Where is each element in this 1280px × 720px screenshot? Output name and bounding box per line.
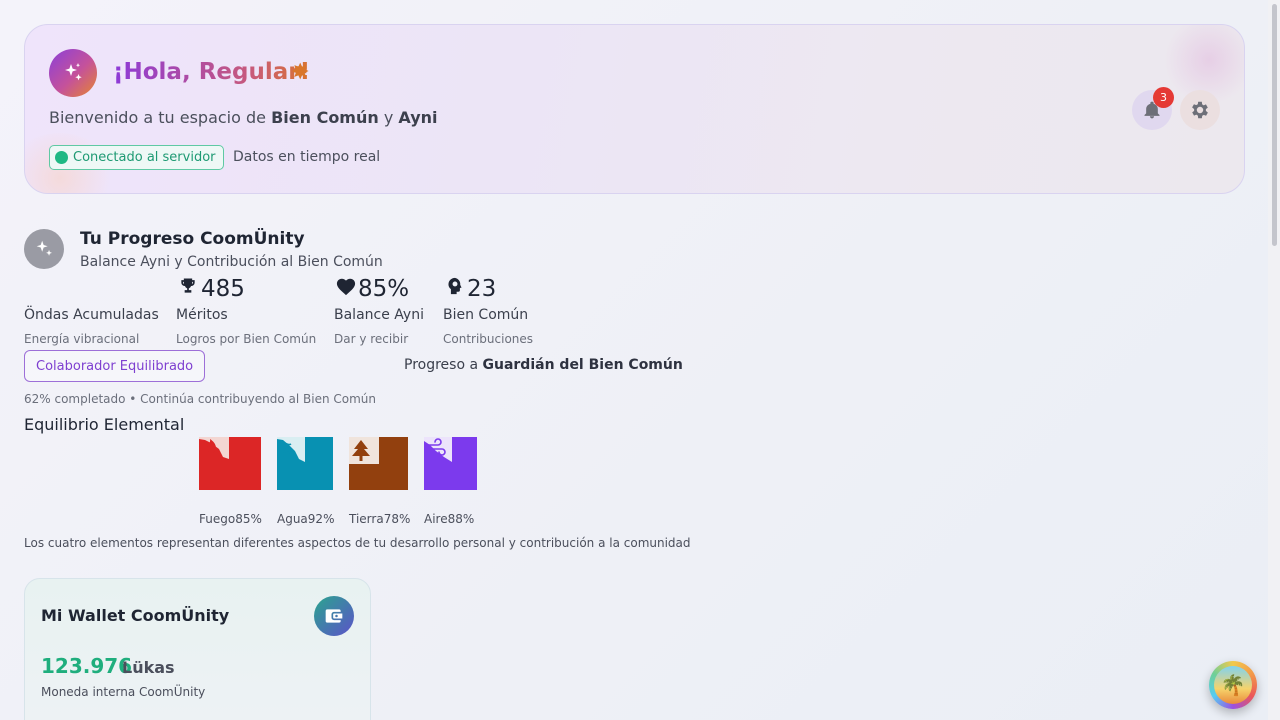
next-level-prefix: Progreso a bbox=[404, 357, 483, 373]
stat-desc-meritos: Logros por Bien Común bbox=[176, 332, 317, 346]
connection-status-chip: Conectado al servidor bbox=[49, 145, 224, 170]
wind-icon bbox=[424, 437, 477, 490]
wallet-desc: Moneda interna CoomÜnity bbox=[41, 685, 206, 699]
stat-label-bien-comun: Bien Común bbox=[443, 307, 529, 323]
wallet-title: Mi Wallet CoomÜnity bbox=[41, 606, 230, 625]
current-level-chip[interactable]: Colaborador Equilibrado bbox=[24, 350, 206, 382]
heart-icon bbox=[335, 276, 357, 301]
element-earth-card[interactable] bbox=[349, 437, 408, 490]
wallet-card[interactable]: Mi Wallet CoomÜnity 123.976 Lükas Moneda… bbox=[24, 578, 371, 720]
progress-subtitle: Balance Ayni y Contribución al Bien Comú… bbox=[80, 254, 383, 270]
tree-icon bbox=[349, 437, 408, 490]
page-scrollbar[interactable] bbox=[1268, 0, 1280, 720]
element-earth-label: Tierra78% bbox=[349, 512, 410, 526]
stat-label-balance-ayni: Balance Ayni bbox=[334, 307, 424, 323]
gear-icon bbox=[1192, 101, 1208, 119]
element-fire-percent: 85% bbox=[235, 512, 262, 526]
element-fire-card[interactable] bbox=[199, 437, 261, 490]
water-icon bbox=[277, 437, 333, 490]
element-earth-name: Tierra bbox=[349, 512, 384, 526]
status-dot-icon bbox=[55, 151, 68, 164]
palm-beach-icon: 🌴 bbox=[1214, 666, 1252, 704]
progress-title: Tu Progreso CoomÜnity bbox=[80, 229, 305, 249]
welcome-header-card: ¡Hola, Regular! ✸ Bienvenido a tu espaci… bbox=[24, 24, 1245, 194]
data-status-text: Datos en tiempo real bbox=[233, 149, 381, 165]
wallet-amount: 123.976 bbox=[41, 654, 133, 678]
stat-desc-bien-comun: Contribuciones bbox=[443, 332, 534, 346]
fire-icon bbox=[199, 437, 261, 490]
stat-value-balance-ayni: 85% bbox=[358, 276, 410, 302]
notification-count-badge: 3 bbox=[1153, 87, 1174, 108]
element-air-card[interactable] bbox=[424, 437, 477, 490]
element-fire-name: Fuego bbox=[199, 512, 236, 526]
sparkles-icon bbox=[49, 49, 97, 97]
welcome-prefix: Bienvenido a tu espacio de bbox=[49, 108, 272, 127]
element-earth-percent: 78% bbox=[383, 512, 411, 526]
next-level-name: Guardián del Bien Común bbox=[482, 357, 683, 373]
wallet-icon bbox=[314, 596, 354, 636]
welcome-mid: y bbox=[378, 108, 399, 127]
element-air-label: Aire88% bbox=[424, 512, 474, 526]
elemental-balance-title: Equilibrio Elemental bbox=[24, 415, 185, 434]
stat-label-meritos: Méritos bbox=[176, 307, 228, 323]
stat-desc-ondas: Energía vibracional bbox=[24, 332, 140, 346]
settings-button[interactable] bbox=[1180, 90, 1220, 130]
connection-status-label: Conectado al servidor bbox=[73, 150, 216, 165]
stat-value-bien-comun: 23 bbox=[467, 276, 497, 302]
star-emoji-icon: ✸ bbox=[291, 60, 310, 85]
wallet-unit: Lükas bbox=[122, 658, 175, 677]
greeting-title: ¡Hola, Regular! bbox=[113, 59, 311, 85]
element-water-label: Agua92% bbox=[277, 512, 334, 526]
next-level-text: Progreso a Guardián del Bien Común bbox=[404, 357, 683, 373]
gear-head-icon bbox=[446, 276, 464, 301]
element-air-name: Aire bbox=[424, 512, 448, 526]
element-air-percent: 88% bbox=[447, 512, 475, 526]
floating-assistant-button[interactable]: 🌴 bbox=[1209, 661, 1257, 709]
sparkles-icon bbox=[24, 229, 64, 269]
elements-note: Los cuatro elementos representan diferen… bbox=[24, 536, 691, 550]
completion-text: 62% completado • Continúa contribuyendo … bbox=[24, 392, 377, 406]
stat-value-meritos: 485 bbox=[201, 276, 245, 302]
element-fire-label: Fuego85% bbox=[199, 512, 262, 526]
stat-desc-balance-ayni: Dar y recibir bbox=[334, 332, 409, 346]
stat-label-ondas: Öndas Acumuladas bbox=[24, 307, 159, 323]
element-water-card[interactable] bbox=[277, 437, 333, 490]
welcome-bien-comun: Bien Común bbox=[271, 108, 379, 127]
welcome-subtitle: Bienvenido a tu espacio de Bien Común y … bbox=[49, 108, 438, 127]
element-water-name: Agua bbox=[277, 512, 308, 526]
trophy-icon bbox=[178, 276, 198, 301]
element-water-percent: 92% bbox=[307, 512, 335, 526]
welcome-ayni: Ayni bbox=[398, 108, 438, 127]
scrollbar-thumb[interactable] bbox=[1272, 4, 1277, 246]
